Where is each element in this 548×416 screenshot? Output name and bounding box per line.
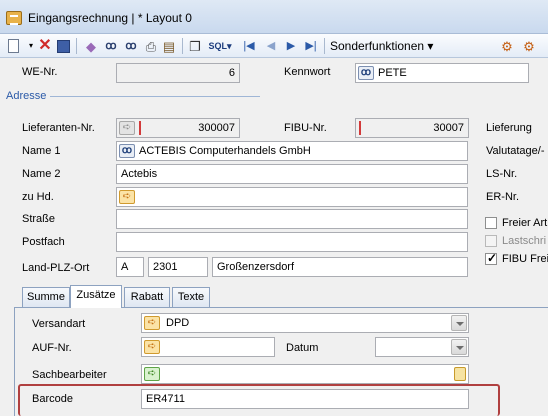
- tab-zusaetze[interactable]: Zusätze: [70, 285, 122, 308]
- toolbar-separator: [182, 38, 183, 54]
- er-nr-label: ER-Nr.: [486, 191, 519, 203]
- name1-field[interactable]: ꝏ ACTEBIS Computerhandels GmbH: [116, 141, 468, 161]
- barcode-field[interactable]: ER4711: [141, 389, 469, 409]
- arrow-icon[interactable]: ➪: [144, 367, 160, 381]
- arrow-icon[interactable]: ➪: [144, 340, 160, 354]
- postfach-field[interactable]: [116, 232, 468, 252]
- toolbar-separator: [324, 38, 325, 54]
- versandart-label: Versandart: [32, 318, 86, 330]
- ls-nr-label: LS-Nr.: [486, 168, 518, 180]
- freier-art-label: Freier Art: [502, 217, 548, 229]
- last-record-icon[interactable]: ▶|: [302, 37, 320, 55]
- checkmark-icon: ✓: [487, 251, 498, 265]
- lieferung-label: Lieferung: [486, 122, 532, 134]
- auf-nr-label: AUF-Nr.: [32, 342, 72, 354]
- datum-label: Datum: [286, 342, 319, 354]
- binoculars-icon[interactable]: ꝏ: [119, 144, 135, 158]
- sachbearbeiter-label: Sachbearbeiter: [32, 369, 107, 381]
- binoculars-icon[interactable]: ꝏ: [102, 37, 120, 55]
- app-icon: [6, 11, 22, 25]
- lieferanten-nr-field[interactable]: ➪ 300007: [116, 118, 240, 138]
- fibu-frei-checkbox[interactable]: ✓: [485, 251, 498, 265]
- toolbar-separator: [76, 38, 77, 54]
- fibu-nr-value: 30007: [433, 122, 464, 134]
- tab-summe[interactable]: Summe: [22, 287, 70, 307]
- versandart-value: DPD: [166, 317, 190, 329]
- name2-field[interactable]: Actebis: [116, 164, 468, 184]
- lieferanten-nr-value: 300007: [198, 122, 235, 134]
- name1-label: Name 1: [22, 145, 61, 157]
- land-field[interactable]: A: [116, 257, 144, 277]
- required-marker: [359, 121, 361, 135]
- land-plz-ort-label: Land-PLZ-Ort: [22, 262, 90, 274]
- chevron-down-icon[interactable]: [451, 315, 467, 331]
- note-icon[interactable]: [454, 367, 466, 381]
- arrow-icon[interactable]: ➪: [119, 121, 135, 135]
- copy-icon[interactable]: ❐: [186, 37, 204, 55]
- fibu-nr-field[interactable]: 30007: [355, 118, 469, 138]
- ort-field[interactable]: Großenzersdorf: [212, 257, 468, 277]
- kennwort-label: Kennwort: [284, 66, 331, 78]
- lastschrift-checkbox[interactable]: [485, 235, 497, 247]
- we-nr-label: WE-Nr.: [22, 66, 58, 78]
- barcode-label: Barcode: [32, 393, 73, 405]
- first-record-icon[interactable]: |◀: [240, 37, 258, 55]
- new-doc-icon[interactable]: [4, 37, 22, 55]
- freier-art-checkbox[interactable]: [485, 217, 497, 229]
- next-record-icon[interactable]: ▶: [282, 37, 300, 55]
- plz-field[interactable]: 2301: [148, 257, 208, 277]
- fibu-nr-label: FIBU-Nr.: [284, 122, 327, 134]
- sql-icon[interactable]: SQL ▾: [206, 37, 234, 55]
- lieferanten-nr-label: Lieferanten-Nr.: [22, 122, 95, 134]
- kennwort-field[interactable]: ꝏ PETE: [355, 63, 529, 83]
- arrow-icon[interactable]: ➪: [144, 316, 160, 330]
- required-marker: [139, 121, 141, 135]
- chevron-down-icon[interactable]: [451, 339, 467, 355]
- delete-icon[interactable]: ✕: [36, 37, 54, 55]
- name2-label: Name 2: [22, 168, 61, 180]
- eraser-icon[interactable]: ◆: [82, 37, 100, 55]
- postfach-label: Postfach: [22, 236, 65, 248]
- prev-record-icon[interactable]: ◀: [262, 37, 280, 55]
- window-title: Eingangsrechnung | * Layout 0: [28, 11, 192, 25]
- report-icon[interactable]: ▤: [160, 37, 178, 55]
- arrow-icon[interactable]: ➪: [119, 190, 135, 204]
- we-nr-field[interactable]: 6: [116, 63, 240, 83]
- print-icon[interactable]: ⎙: [142, 37, 160, 55]
- kennwort-value: PETE: [378, 67, 407, 79]
- datum-combo[interactable]: [375, 337, 469, 357]
- lastschrift-label: Lastschri: [502, 235, 547, 247]
- settings-icon[interactable]: ⚙: [498, 37, 516, 55]
- strasse-field[interactable]: [116, 209, 468, 229]
- tab-rabatt[interactable]: Rabatt: [124, 287, 170, 307]
- binoculars-multi-icon[interactable]: ꝏ: [122, 37, 140, 55]
- title-bar: Eingangsrechnung | * Layout 0: [0, 0, 548, 34]
- save-icon[interactable]: [54, 37, 72, 55]
- zu-hd-field[interactable]: ➪: [116, 187, 468, 207]
- auf-nr-field[interactable]: ➪: [141, 337, 275, 357]
- fibu-frei-label: FIBU Frei: [502, 253, 548, 265]
- valutatage-label: Valutatage/-: [486, 145, 545, 157]
- section-divider: [50, 96, 260, 97]
- sonderfunktionen-menu[interactable]: Sonderfunktionen ▾: [330, 39, 433, 53]
- adresse-section-label: Adresse: [6, 90, 47, 102]
- binoculars-icon[interactable]: ꝏ: [358, 66, 374, 80]
- sachbearbeiter-field[interactable]: ➪: [141, 364, 469, 384]
- toolbar: ▾ ✕ ◆ ꝏ ꝏ ⎙ ▤ ❐ SQL ▾ |◀ ◀ ▶ ▶| Sonderfun…: [0, 34, 548, 58]
- strasse-label: Straße: [22, 213, 56, 225]
- tools-icon[interactable]: ⚙: [520, 37, 538, 55]
- versandart-combo[interactable]: ➪ DPD: [141, 313, 469, 333]
- name1-value: ACTEBIS Computerhandels GmbH: [139, 145, 311, 157]
- zu-hd-label: zu Hd.: [22, 191, 54, 203]
- tab-texte[interactable]: Texte: [172, 287, 210, 307]
